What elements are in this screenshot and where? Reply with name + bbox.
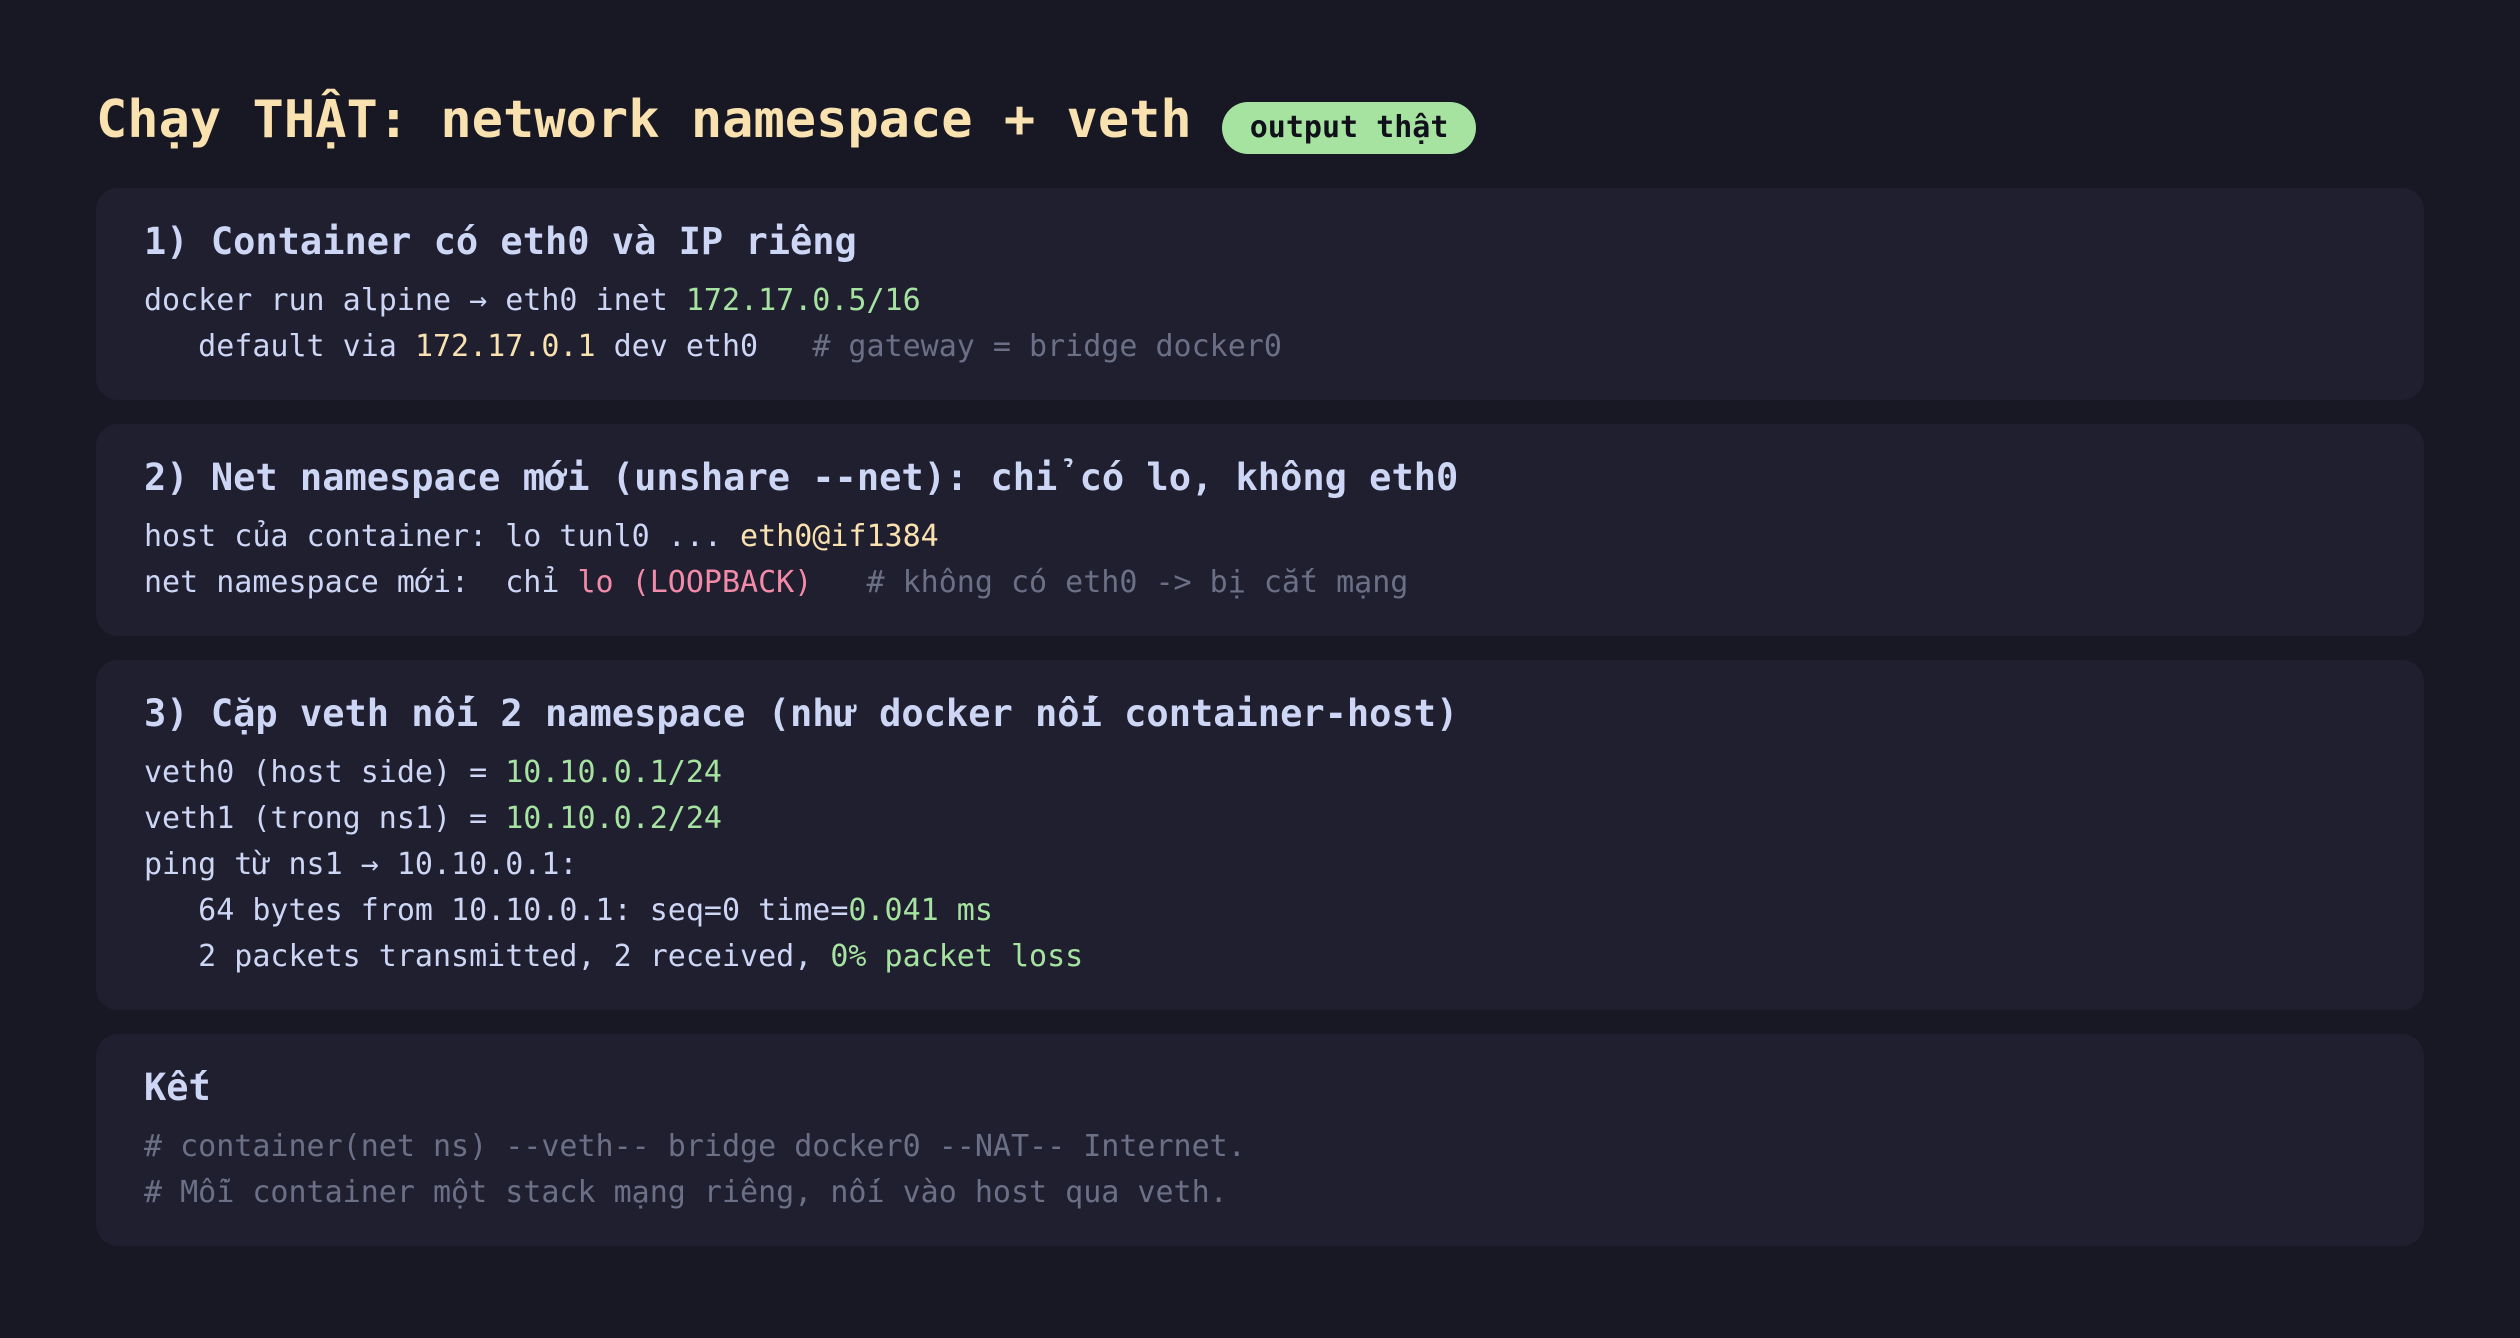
code-line: # Mỗi container một stack mạng riêng, nố…	[144, 1170, 2376, 1216]
output-badge: output thật	[1221, 102, 1477, 154]
code-line: veth0 (host side) = 10.10.0.1/24	[144, 750, 2376, 796]
code-line: default via 172.17.0.1 dev eth0 # gatewa…	[144, 324, 2376, 370]
code-text: veth0 (host side) =	[144, 755, 506, 790]
card-title: 3) Cặp veth nối 2 namespace (như docker …	[144, 692, 1459, 735]
card-title: Kết	[144, 1066, 211, 1109]
card-veth-pair: 3) Cặp veth nối 2 namespace (như docker …	[96, 660, 2424, 1010]
code-text: dev eth0	[595, 329, 813, 364]
code-line: host của container: lo tunl0 ... eth0@if…	[144, 514, 2376, 560]
code-text: ping từ ns1 → 10.10.0.1:	[144, 847, 578, 882]
code-comment: # không có eth0 -> bị cắt mạng	[866, 565, 1409, 600]
card-summary: Kết # container(net ns) --veth-- bridge d…	[96, 1034, 2424, 1246]
code-value: lo (LOOPBACK)	[577, 565, 813, 600]
code-value: 0% packet loss	[830, 939, 1084, 974]
code-text: 64 bytes from 10.10.0.1: seq=0 time=	[144, 893, 849, 928]
code-text: default via	[144, 329, 415, 364]
page: Chạy THẬT: network namespace + veth outp…	[96, 84, 2424, 1270]
card-title: 2) Net namespace mới (unshare --net): ch…	[144, 456, 1459, 499]
code-text: veth1 (trong ns1) =	[144, 801, 506, 836]
code-value: 172.17.0.1	[414, 329, 596, 364]
page-title: Chạy THẬT: network namespace + veth	[96, 90, 1192, 150]
code-line: docker run alpine → eth0 inet 172.17.0.5…	[144, 278, 2376, 324]
code-line: # container(net ns) --veth-- bridge dock…	[144, 1124, 2376, 1170]
code-value: 10.10.0.1/24	[505, 755, 722, 790]
code-line: 2 packets transmitted, 2 received, 0% pa…	[144, 934, 2376, 980]
header: Chạy THẬT: network namespace + veth outp…	[96, 84, 2424, 156]
code-value: 0.041 ms	[848, 893, 993, 928]
card-title: 1) Container có eth0 và IP riêng	[144, 220, 857, 263]
code-value: eth0@if1384	[740, 519, 939, 554]
code-text: 2 packets transmitted, 2 received,	[144, 939, 831, 974]
cards-container: 1) Container có eth0 và IP riêng docker r…	[96, 188, 2424, 1246]
code-line: 64 bytes from 10.10.0.1: seq=0 time=0.04…	[144, 888, 2376, 934]
code-line: net namespace mới: chỉ lo (LOOPBACK) # k…	[144, 560, 2376, 606]
code-text: net namespace mới: chỉ	[144, 565, 578, 600]
code-value: 10.10.0.2/24	[505, 801, 722, 836]
code-text: docker run alpine → eth0 inet	[144, 283, 686, 318]
code-value: 172.17.0.5/16	[685, 283, 921, 318]
card-net-namespace: 2) Net namespace mới (unshare --net): ch…	[96, 424, 2424, 636]
code-text: host của container: lo tunl0 ...	[144, 519, 741, 554]
code-comment: # gateway = bridge docker0	[812, 329, 1282, 364]
code-line: veth1 (trong ns1) = 10.10.0.2/24	[144, 796, 2376, 842]
card-container-ip: 1) Container có eth0 và IP riêng docker r…	[96, 188, 2424, 400]
code-comment: # Mỗi container một stack mạng riêng, nố…	[144, 1175, 1228, 1210]
code-line: ping từ ns1 → 10.10.0.1:	[144, 842, 2376, 888]
code-comment: # container(net ns) --veth-- bridge dock…	[144, 1129, 1246, 1164]
